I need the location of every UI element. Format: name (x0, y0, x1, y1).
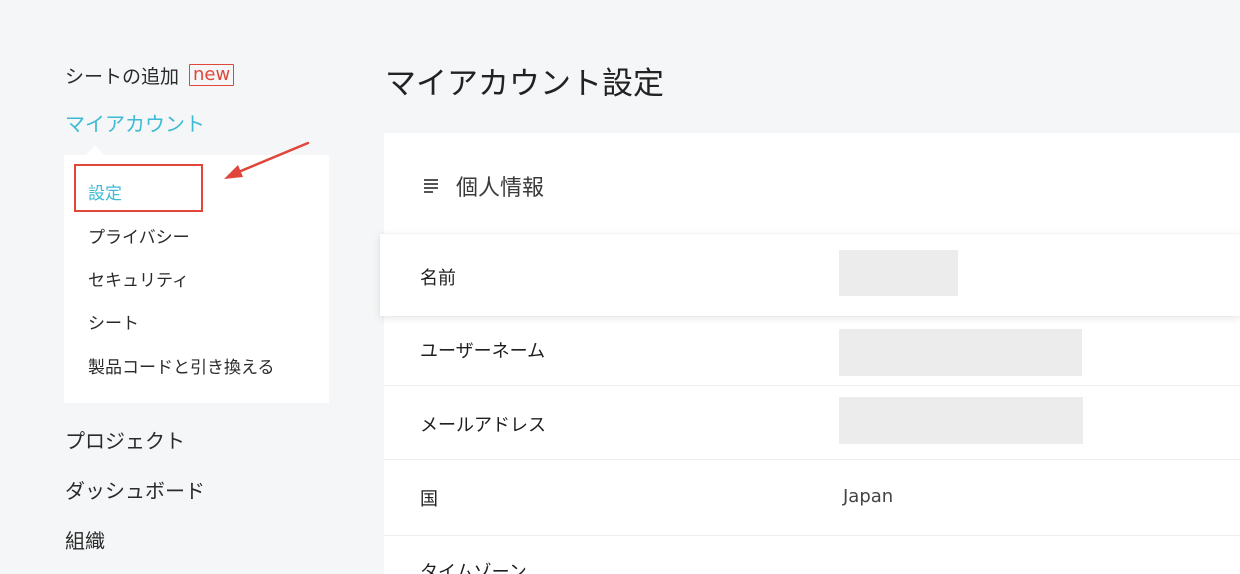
nav-item-projects[interactable]: プロジェクト (65, 425, 185, 454)
username-value-placeholder (839, 329, 1082, 376)
row-label: 名前 (420, 268, 456, 289)
table-row-username[interactable]: ユーザーネーム (384, 316, 1240, 386)
table-row-name[interactable]: 名前 (380, 234, 1240, 316)
list-icon (424, 178, 438, 194)
add-sheet-label: シートの追加 (65, 65, 180, 88)
submenu-caret (86, 145, 104, 155)
email-value-placeholder (839, 397, 1083, 444)
submenu-item-settings[interactable]: 設定 (88, 179, 122, 204)
submenu-item-sheets[interactable]: シート (88, 309, 139, 334)
row-label: メールアドレス (420, 415, 546, 436)
row-label: タイムゾーン (420, 562, 527, 574)
row-label: ユーザーネーム (420, 341, 546, 362)
page-title: マイアカウント設定 (385, 66, 664, 102)
my-account-link[interactable]: マイアカウント (65, 108, 205, 137)
submenu-item-redeem-code[interactable]: 製品コードと引き換える (88, 353, 275, 378)
submenu-item-security[interactable]: セキュリティ (88, 266, 189, 291)
annotation-arrow-icon (224, 141, 310, 179)
table-row-country[interactable]: 国 Japan (384, 460, 1240, 536)
section-header: 個人情報 (424, 170, 544, 202)
add-sheet-link[interactable]: シートの追加 new (65, 60, 235, 90)
account-submenu: 設定 プライバシー セキュリティ シート 製品コードと引き換える (64, 155, 329, 403)
sidebar: シートの追加 new マイアカウント 設定 プライバシー セキュリティ シート … (0, 0, 340, 574)
nav-item-organization[interactable]: 組織 (65, 525, 105, 554)
submenu-item-privacy[interactable]: プライバシー (88, 223, 190, 248)
section-title: 個人情報 (456, 176, 545, 201)
new-badge: new (189, 64, 235, 86)
nav-item-dashboard[interactable]: ダッシュボード (65, 475, 205, 504)
country-value: Japan (843, 486, 894, 507)
table-row-timezone[interactable]: タイムゾーン (384, 536, 1240, 574)
table-row-email[interactable]: メールアドレス (384, 386, 1240, 460)
name-value-placeholder (839, 250, 958, 296)
row-label: 国 (420, 489, 438, 510)
